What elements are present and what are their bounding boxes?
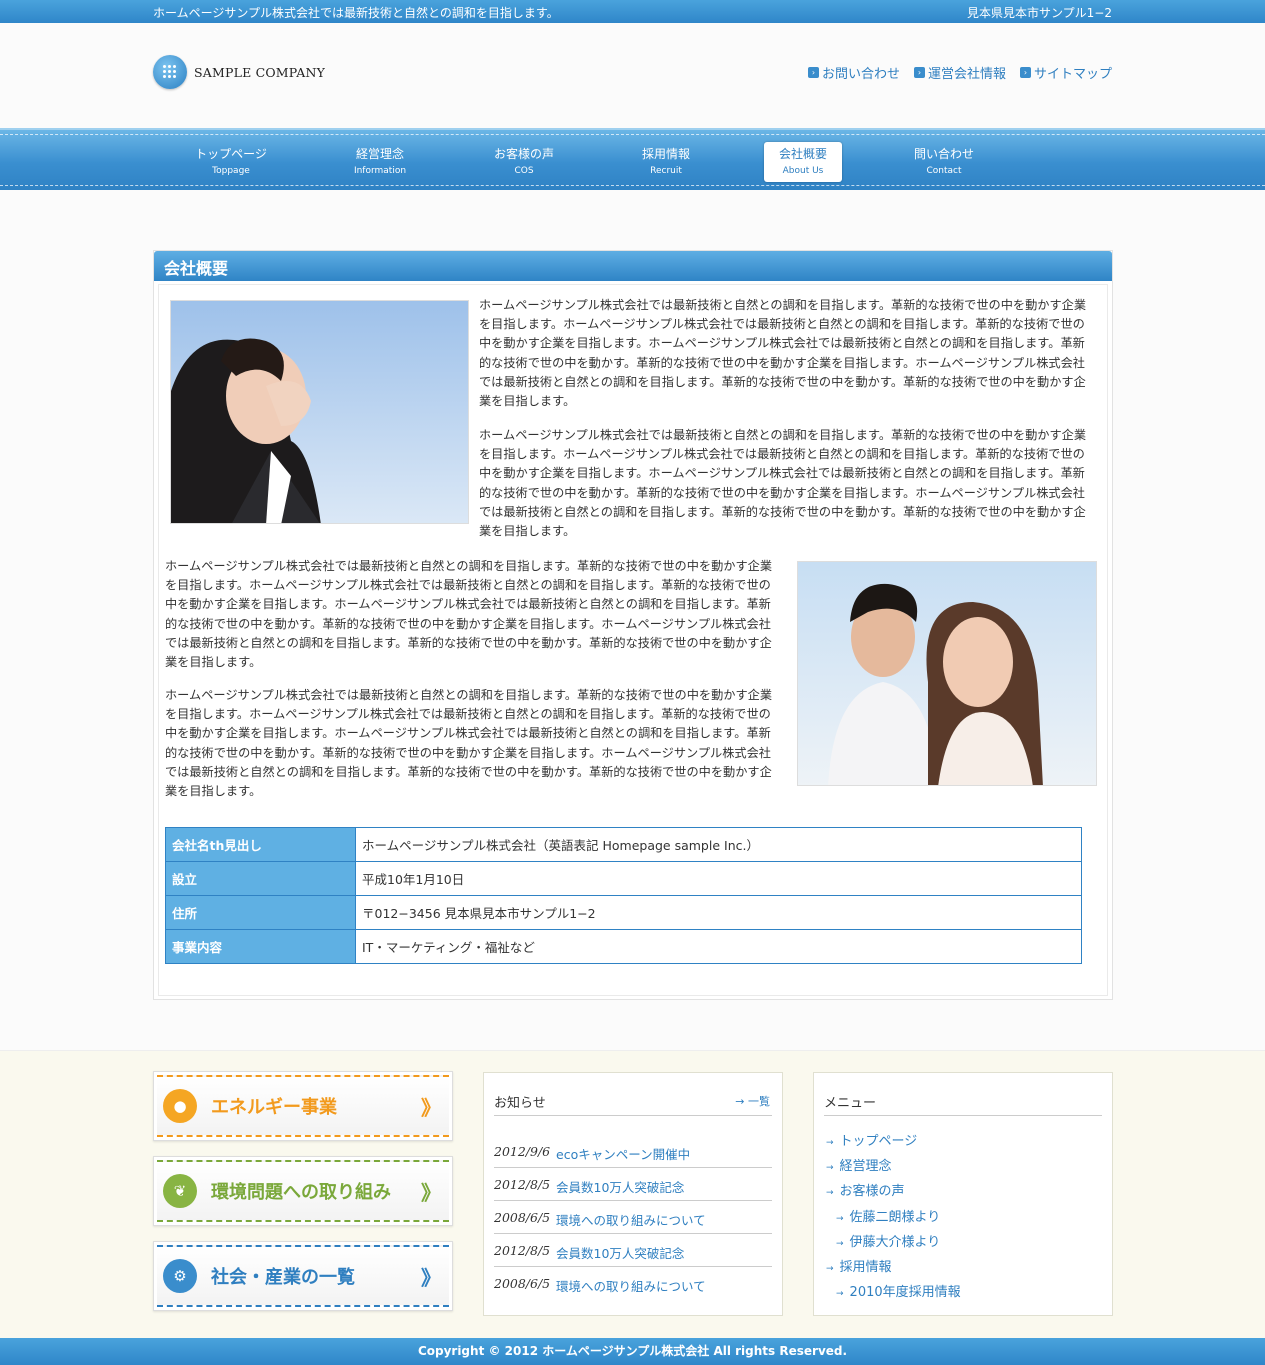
arrow-icon: →	[826, 1163, 834, 1173]
address: 見本県見本市サンプル1−2	[967, 6, 1112, 20]
banner-environment[interactable]: ❦ 環境問題への取り組み 》	[153, 1156, 453, 1226]
top-bar: ホームページサンプル株式会社では最新技術と自然との調和を目指します。 見本県見本…	[0, 0, 1265, 23]
couple-photo	[797, 561, 1097, 786]
news-item[interactable]: 2008/6/5 環境への取り組みについて	[494, 1267, 772, 1300]
tagline: ホームページサンプル株式会社では最新技術と自然との調和を目指します。	[153, 6, 559, 20]
menu-title: メニュー	[824, 1096, 877, 1111]
paragraph-2b: ホームページサンプル株式会社では最新技術と自然との調和を目指します。革新的な技術…	[165, 688, 773, 799]
menu-item-information[interactable]: → 経営理念	[826, 1155, 892, 1174]
woman-calling-photo	[170, 300, 469, 524]
menu-item-recruit-2010[interactable]: → 2010年度採用情報	[836, 1281, 961, 1300]
table-row: 事業内容 IT・マーケティング・福祉など	[165, 929, 1082, 964]
banner-society[interactable]: ⚙ 社会・産業の一覧 》	[153, 1241, 453, 1311]
global-nav: トップページ Toppage 経営理念 Information お客様の声 COS 採…	[0, 128, 1265, 190]
nav-item-cos[interactable]: お客様の声 COS	[485, 142, 563, 182]
menu-item-cos[interactable]: → お客様の声	[826, 1180, 905, 1199]
paragraph-1b: ホームページサンプル株式会社では最新技術と自然との調和を目指します。革新的な技術…	[479, 428, 1087, 539]
arrow-square-icon: ›	[1019, 67, 1031, 78]
paragraph-1a: ホームページサンプル株式会社では最新技術と自然との調和を目指します。革新的な技術…	[479, 298, 1087, 409]
arrow-icon: →	[836, 1289, 844, 1299]
copyright: Copyright © 2012 ホームページサンプル株式会社 All righ…	[0, 1338, 1265, 1365]
table-row: 住所 〒012−3456 見本県見本市サンプル1−2	[165, 895, 1082, 930]
chevron-right-icon: 》	[421, 1265, 441, 1290]
chevron-right-icon: 》	[421, 1095, 441, 1120]
divider	[494, 1115, 772, 1116]
news-item[interactable]: 2012/8/5 会員数10万人突破記念	[494, 1234, 772, 1267]
nav-item-toppage[interactable]: トップページ Toppage	[192, 142, 270, 182]
table-row: 会社名th見出し ホームページサンプル株式会社（英語表記 Homepage sam…	[165, 827, 1082, 862]
header-link-sitemap[interactable]: › サイトマップ	[1019, 63, 1112, 82]
header-link-contact[interactable]: › お問い合わせ	[807, 63, 900, 82]
nav-item-contact[interactable]: 問い合わせ Contact	[905, 142, 983, 182]
arrow-square-icon: ›	[913, 67, 925, 78]
arrow-icon: →	[826, 1264, 834, 1274]
menu-item-toppage[interactable]: → トップページ	[826, 1130, 917, 1149]
table-row: 設立 平成10年1月10日	[165, 861, 1082, 896]
arrow-icon: →	[836, 1214, 844, 1224]
logo[interactable]: SAMPLE COMPANY	[153, 55, 325, 89]
logo-dots-icon	[153, 55, 187, 89]
menu-item-ito[interactable]: → 伊藤大介様より	[836, 1231, 940, 1250]
nav-item-recruit[interactable]: 採用情報 Recruit	[627, 142, 705, 182]
arrow-icon: →	[836, 1239, 844, 1249]
company-info-table: 会社名th見出し ホームページサンプル株式会社（英語表記 Homepage sam…	[165, 827, 1082, 964]
section-title: 会社概要	[154, 251, 1112, 281]
menu-item-recruit[interactable]: → 採用情報	[826, 1256, 892, 1275]
logo-text: SAMPLE COMPANY	[194, 64, 326, 80]
news-box: お知らせ → 一覧 2012/9/6 ecoキャンペーン開催中 2012/8/5 会…	[483, 1072, 783, 1316]
news-title: お知らせ	[494, 1096, 546, 1111]
leaf-icon: ❦	[163, 1174, 197, 1208]
nav-item-about-us[interactable]: 会社概要 About Us	[764, 142, 842, 182]
paragraph-2a: ホームページサンプル株式会社では最新技術と自然との調和を目指します。革新的な技術…	[165, 559, 773, 670]
header-links: › お問い合わせ › 運営会社情報 › サイトマップ	[807, 63, 1112, 82]
chevron-right-icon: 》	[421, 1180, 441, 1205]
news-item[interactable]: 2012/8/5 会員数10万人突破記念	[494, 1168, 772, 1201]
arrow-icon: →	[826, 1138, 834, 1148]
arrow-icon: →	[735, 1095, 748, 1108]
news-item[interactable]: 2012/9/6 ecoキャンペーン開催中	[494, 1135, 772, 1168]
arrow-square-icon: ›	[807, 67, 819, 78]
divider	[824, 1115, 1102, 1116]
news-item[interactable]: 2008/6/5 環境への取り組みについて	[494, 1201, 772, 1234]
lightbulb-icon: ●	[163, 1089, 197, 1123]
gear-icon: ⚙	[163, 1259, 197, 1293]
banner-energy[interactable]: ● エネルギー事業 》	[153, 1071, 453, 1141]
nav-item-information[interactable]: 経営理念 Information	[341, 142, 419, 182]
menu-box: メニュー → トップページ → 経営理念 → お客様の声 → 佐藤二朗様より → 伊藤大介…	[813, 1072, 1113, 1316]
arrow-icon: →	[826, 1188, 834, 1198]
menu-item-sato[interactable]: → 佐藤二朗様より	[836, 1206, 940, 1225]
header-link-company-info[interactable]: › 運営会社情報	[913, 63, 1006, 82]
news-more-link[interactable]: → 一覧	[735, 1093, 770, 1109]
